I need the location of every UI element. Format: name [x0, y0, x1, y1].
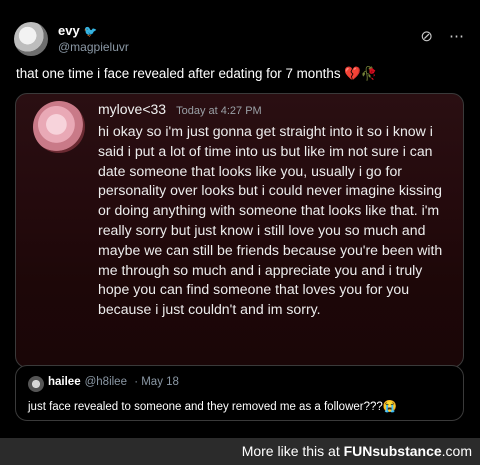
footer-suffix: .com [441, 443, 472, 459]
display-name-text: evy [58, 23, 80, 38]
quoted-text: just face revealed to someone and they r… [28, 401, 398, 413]
watermark-footer: More like this at FUNsubstance.com [0, 438, 480, 465]
footer-prefix: More like this at [241, 443, 344, 459]
footer-brand: FUNsubstance [343, 443, 442, 459]
dm-avatar [33, 101, 85, 153]
tweet-header: evy 🐦 @magpieluvr ⊘ ⋯ [12, 22, 468, 58]
display-name[interactable]: evy 🐦 [58, 23, 97, 38]
footer-text[interactable]: More like this at FUNsubstance.com [242, 443, 472, 459]
grok-icon[interactable]: ⊘ [420, 28, 433, 46]
dm-timestamp: Today at 4:27 PM [176, 105, 262, 117]
dm-message: hi okay so i'm just gonna get straight i… [98, 123, 443, 318]
quoted-date: · May 18 [134, 376, 179, 388]
quoted-handle: @h8ilee [84, 376, 127, 388]
tweet-text: that one time i face revealed after edat… [16, 66, 378, 81]
header-actions: ⊘ ⋯ [420, 28, 464, 46]
avatar[interactable] [14, 22, 48, 56]
dm-screenshot[interactable]: mylove<33 Today at 4:27 PM hi okay so i'm… [15, 93, 464, 368]
more-options-icon[interactable]: ⋯ [449, 28, 464, 46]
quoted-avatar [28, 376, 44, 392]
quoted-author: hailee @h8ilee · May 18 [48, 376, 179, 388]
bird-icon: 🐦 [83, 26, 98, 38]
dm-sender-name: mylove<33 [98, 101, 167, 117]
quoted-name: hailee [48, 376, 81, 388]
dm-sender: mylove<33 Today at 4:27 PM [98, 101, 262, 117]
quoted-tweet[interactable]: hailee @h8ilee · May 18 just face reveale… [15, 365, 464, 421]
user-handle[interactable]: @magpieluvr [58, 40, 129, 54]
